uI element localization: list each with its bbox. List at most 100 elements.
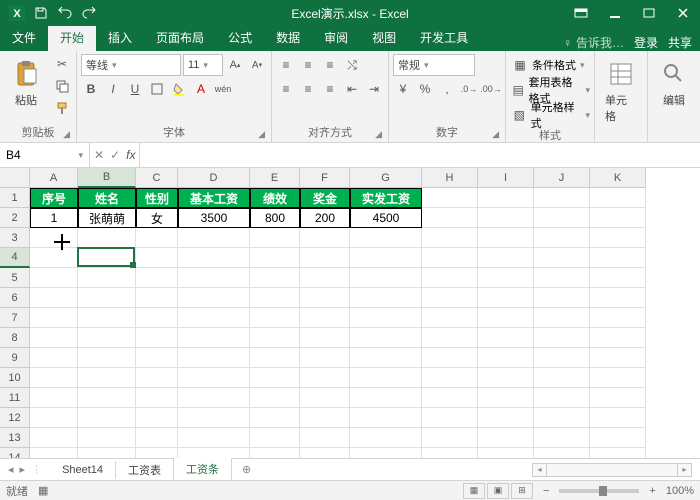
cell[interactable] <box>590 408 646 428</box>
indent-inc-icon[interactable]: ⇥ <box>364 79 384 99</box>
cell[interactable] <box>478 348 534 368</box>
cell[interactable] <box>590 248 646 268</box>
decrease-decimal-icon[interactable]: .00→ <box>481 79 501 99</box>
font-launcher-icon[interactable]: ◢ <box>258 129 265 140</box>
fill-color-button[interactable] <box>169 79 189 99</box>
font-size-combo[interactable]: 11▾ <box>183 54 223 76</box>
col-header-E[interactable]: E <box>250 168 300 188</box>
row-header-6[interactable]: 6 <box>0 288 30 308</box>
tab-pagelayout[interactable]: 页面布局 <box>144 25 216 51</box>
cell[interactable] <box>422 348 478 368</box>
cell[interactable] <box>250 368 300 388</box>
cell[interactable] <box>178 328 250 348</box>
tab-data[interactable]: 数据 <box>264 25 312 51</box>
header-cell[interactable]: 性别 <box>136 188 178 208</box>
grow-font-icon[interactable]: A▴ <box>225 55 245 75</box>
cell[interactable] <box>534 228 590 248</box>
cell[interactable] <box>478 328 534 348</box>
row-header-9[interactable]: 9 <box>0 348 30 368</box>
cell[interactable] <box>30 228 78 248</box>
view-normal-icon[interactable]: ▦ <box>463 483 485 499</box>
cell[interactable] <box>590 268 646 288</box>
cell[interactable] <box>478 208 534 228</box>
share-button[interactable]: 共享 <box>668 34 692 51</box>
cell[interactable] <box>250 288 300 308</box>
percent-icon[interactable]: % <box>415 79 435 99</box>
cell[interactable] <box>250 408 300 428</box>
cell[interactable] <box>30 428 78 448</box>
number-launcher-icon[interactable]: ◢ <box>492 129 499 140</box>
row-header-7[interactable]: 7 <box>0 308 30 328</box>
cell[interactable] <box>422 268 478 288</box>
cell[interactable] <box>300 448 350 458</box>
editing-button[interactable]: 编辑 <box>652 54 696 112</box>
row-header-1[interactable]: 1 <box>0 188 30 208</box>
sheet-tab-0[interactable]: Sheet14 <box>50 461 116 479</box>
cell[interactable] <box>178 248 250 268</box>
cell[interactable] <box>136 228 178 248</box>
cell[interactable] <box>350 388 422 408</box>
col-header-B[interactable]: B <box>78 168 136 188</box>
cell[interactable] <box>30 248 78 268</box>
cell[interactable] <box>30 368 78 388</box>
tab-developer[interactable]: 开发工具 <box>408 25 480 51</box>
data-cell[interactable]: 3500 <box>178 208 250 228</box>
cancel-formula-icon[interactable]: ✕ <box>94 148 104 162</box>
underline-button[interactable]: U <box>125 79 145 99</box>
col-header-K[interactable]: K <box>590 168 646 188</box>
cell[interactable] <box>534 408 590 428</box>
number-format-combo[interactable]: 常规▾ <box>393 54 475 76</box>
cell[interactable] <box>136 448 178 458</box>
cell[interactable] <box>250 348 300 368</box>
cell[interactable] <box>350 448 422 458</box>
cell[interactable] <box>534 208 590 228</box>
zoom-out-icon[interactable]: − <box>543 485 549 497</box>
cell[interactable] <box>478 308 534 328</box>
header-cell[interactable]: 绩效 <box>250 188 300 208</box>
cell[interactable] <box>534 368 590 388</box>
col-header-I[interactable]: I <box>478 168 534 188</box>
cell[interactable] <box>30 348 78 368</box>
cell[interactable] <box>478 448 534 458</box>
row-header-14[interactable]: 14 <box>0 448 30 458</box>
cell[interactable] <box>350 428 422 448</box>
cell[interactable] <box>350 248 422 268</box>
sheet-nav-next-icon[interactable]: ▸ <box>20 463 26 476</box>
align-top-icon[interactable]: ≡ <box>276 55 296 75</box>
cell[interactable] <box>422 248 478 268</box>
cell[interactable] <box>178 368 250 388</box>
cell[interactable] <box>30 268 78 288</box>
cell[interactable] <box>534 328 590 348</box>
ribbon-options-icon[interactable] <box>564 0 598 26</box>
align-left-icon[interactable]: ≡ <box>276 79 296 99</box>
header-cell[interactable]: 奖金 <box>300 188 350 208</box>
cell[interactable] <box>590 348 646 368</box>
tab-insert[interactable]: 插入 <box>96 25 144 51</box>
cell[interactable] <box>534 308 590 328</box>
align-center-icon[interactable]: ≡ <box>298 79 318 99</box>
cell[interactable] <box>590 288 646 308</box>
cell[interactable] <box>178 388 250 408</box>
add-sheet-icon[interactable]: ⊕ <box>232 463 261 476</box>
cell[interactable] <box>478 228 534 248</box>
redo-icon[interactable] <box>78 2 100 24</box>
cell[interactable] <box>30 408 78 428</box>
cell[interactable] <box>178 348 250 368</box>
header-cell[interactable]: 实发工资 <box>350 188 422 208</box>
cell[interactable] <box>178 228 250 248</box>
cell[interactable] <box>136 328 178 348</box>
cell[interactable] <box>350 328 422 348</box>
cell[interactable] <box>478 388 534 408</box>
cell[interactable] <box>422 368 478 388</box>
cell[interactable] <box>422 448 478 458</box>
cell[interactable] <box>78 228 136 248</box>
italic-button[interactable]: I <box>103 79 123 99</box>
header-cell[interactable]: 基本工资 <box>178 188 250 208</box>
cell[interactable] <box>178 268 250 288</box>
row-header-2[interactable]: 2 <box>0 208 30 228</box>
cell[interactable] <box>178 448 250 458</box>
header-cell[interactable]: 序号 <box>30 188 78 208</box>
cell[interactable] <box>30 328 78 348</box>
view-pagelayout-icon[interactable]: ▣ <box>487 483 509 499</box>
cell[interactable] <box>78 408 136 428</box>
